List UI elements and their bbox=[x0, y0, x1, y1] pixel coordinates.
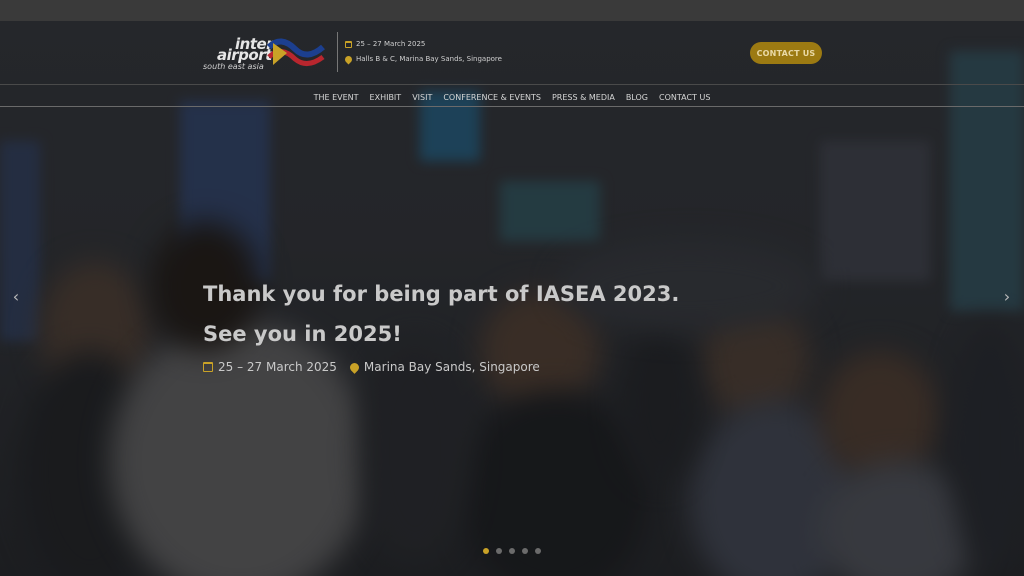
main-nav: THE EVENT EXHIBIT VISIT CONFERENCE & EVE… bbox=[0, 87, 1024, 107]
header-vertical-divider bbox=[337, 32, 338, 72]
header-date-text: 25 – 27 March 2025 bbox=[356, 40, 426, 48]
nav-item-conference-events[interactable]: CONFERENCE & EVENTS bbox=[443, 93, 541, 102]
nav-item-press-media[interactable]: PRESS & MEDIA bbox=[552, 93, 615, 102]
carousel-prev-button[interactable]: ‹ bbox=[8, 287, 24, 307]
header-venue-text: Halls B & C, Marina Bay Sands, Singapore bbox=[356, 55, 502, 63]
chevron-right-icon: › bbox=[1003, 287, 1011, 306]
calendar-icon bbox=[345, 40, 352, 48]
nav-item-the-event[interactable]: THE EVENT bbox=[314, 93, 359, 102]
carousel-dot[interactable] bbox=[496, 548, 502, 554]
carousel-dot[interactable] bbox=[509, 548, 515, 554]
nav-divider bbox=[0, 106, 1024, 107]
header-venue-info: Halls B & C, Marina Bay Sands, Singapore bbox=[343, 54, 502, 64]
logo-text-sea: south east asia bbox=[203, 62, 264, 71]
location-pin-icon bbox=[343, 54, 354, 64]
hero-date-text: 25 – 27 March 2025 bbox=[218, 360, 337, 374]
browser-top-bar bbox=[0, 0, 1024, 21]
carousel-dot[interactable] bbox=[522, 548, 528, 554]
hero-location-text: Marina Bay Sands, Singapore bbox=[363, 360, 540, 374]
carousel-dot[interactable] bbox=[483, 548, 489, 554]
hero-meta: 25 – 27 March 2025 Marina Bay Sands, Sin… bbox=[203, 360, 540, 374]
nav-item-contact-us[interactable]: CONTACT US bbox=[659, 93, 710, 102]
carousel-next-button[interactable]: › bbox=[999, 287, 1015, 307]
contact-us-button[interactable]: CONTACT US bbox=[750, 42, 822, 64]
site-logo[interactable]: inter airport south east asia bbox=[203, 35, 328, 73]
nav-item-blog[interactable]: BLOG bbox=[626, 93, 648, 102]
hero-headline: Thank you for being part of IASEA 2023. bbox=[203, 282, 680, 306]
carousel-dot[interactable] bbox=[535, 548, 541, 554]
header-divider bbox=[0, 84, 1024, 85]
chevron-left-icon: ‹ bbox=[12, 287, 20, 306]
hero-subline: See you in 2025! bbox=[203, 322, 402, 346]
nav-item-visit[interactable]: VISIT bbox=[412, 93, 432, 102]
header-date-info: 25 – 27 March 2025 bbox=[345, 40, 425, 48]
logo-mark-icon bbox=[267, 38, 325, 66]
nav-item-exhibit[interactable]: EXHIBIT bbox=[370, 93, 402, 102]
carousel-dots bbox=[483, 548, 541, 554]
calendar-icon bbox=[203, 362, 213, 372]
location-pin-icon bbox=[348, 360, 361, 374]
